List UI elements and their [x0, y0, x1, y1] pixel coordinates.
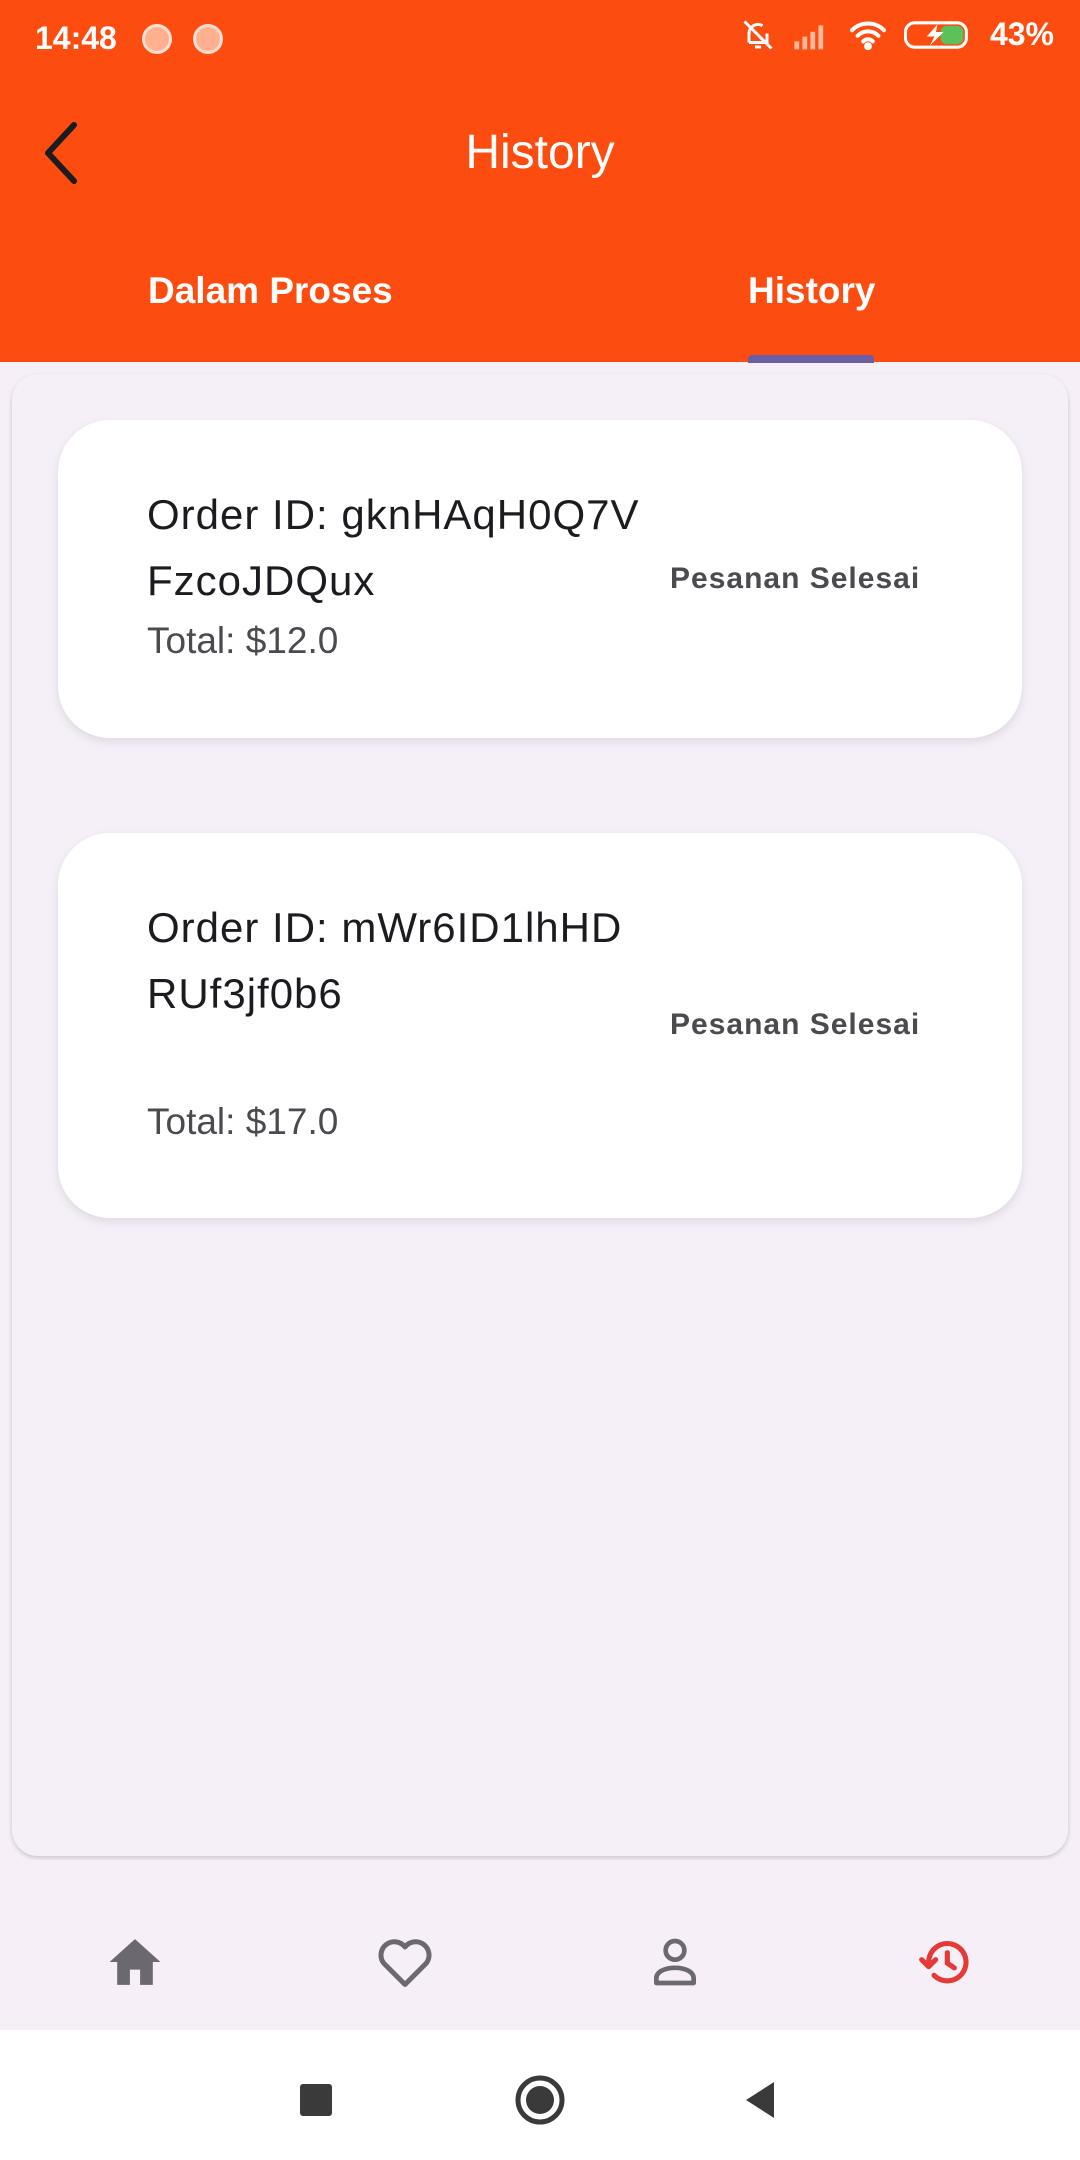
status-time: 14:48 [35, 20, 117, 56]
status-bar: 14:48 43% [0, 0, 1080, 78]
nav-favorites[interactable] [365, 1922, 445, 2002]
order-card[interactable]: Order ID: gknHAqH0Q7VFzcoJDQux Total: $1… [58, 420, 1022, 738]
order-status: Pesanan Selesai [670, 1008, 921, 1041]
bottom-navigation [0, 1860, 1080, 2030]
order-total: Total: $12.0 [147, 620, 339, 661]
order-id: Order ID: gknHAqH0Q7VFzcoJDQux [147, 491, 640, 604]
nav-history[interactable] [905, 1922, 985, 2002]
notification-dot-icon [193, 24, 223, 54]
nav-home[interactable] [95, 1922, 175, 2002]
system-navigation-bar [0, 2030, 1080, 2160]
order-card[interactable]: Order ID: mWr6ID1lhHDRUf3jf0b6 Total: $1… [58, 833, 1022, 1218]
tab-dalam-proses[interactable]: Dalam Proses [148, 270, 393, 312]
notification-dot-icon [142, 24, 172, 54]
person-icon [654, 1938, 696, 1986]
nav-profile[interactable] [635, 1922, 715, 2002]
app-bar: 14:48 43% History Dalam Proses History [0, 0, 1080, 363]
triangle-back-icon [746, 2082, 774, 2118]
system-back-button[interactable] [730, 2070, 790, 2130]
page-title: History [465, 126, 615, 179]
history-icon [919, 1940, 969, 1984]
tab-history[interactable]: History [748, 270, 875, 312]
square-icon [300, 2084, 332, 2116]
circle-icon [515, 2075, 565, 2125]
battery-charging-icon [903, 20, 968, 49]
tab-indicator [748, 355, 874, 363]
battery-level: 43% [989, 16, 1054, 52]
heart-icon [378, 1939, 432, 1987]
home-icon [109, 1939, 161, 1985]
bell-muted-icon [743, 19, 773, 50]
order-id: Order ID: mWr6ID1lhHDRUf3jf0b6 [147, 904, 623, 1017]
recents-button[interactable] [286, 2070, 346, 2130]
order-status: Pesanan Selesai [670, 562, 921, 595]
wifi-icon [849, 20, 886, 50]
home-button[interactable] [510, 2070, 570, 2130]
order-total: Total: $17.0 [147, 1101, 339, 1142]
signal-icon [794, 24, 824, 49]
